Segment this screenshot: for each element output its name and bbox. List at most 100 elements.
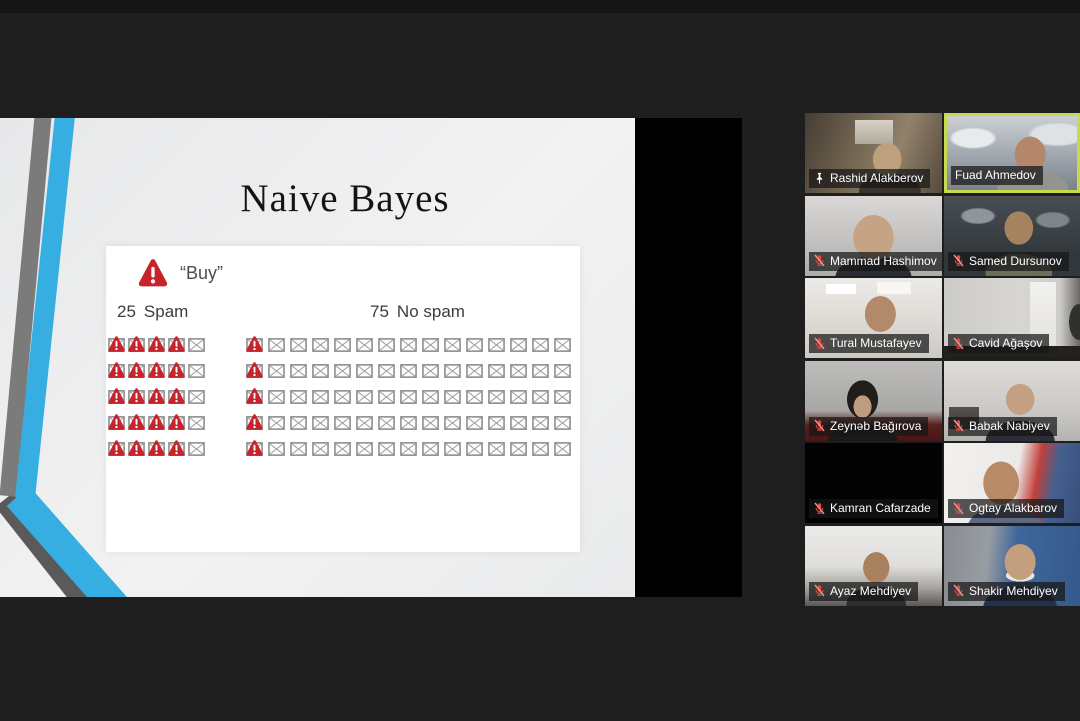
- envelope-icon: [532, 440, 549, 458]
- spam-warning-icon: [148, 440, 165, 458]
- slide-content-box: “Buy” 25 Spam 75 No spam: [106, 246, 580, 552]
- envelope-icon: [400, 388, 417, 406]
- spam-warning-icon: [108, 414, 125, 432]
- envelope-icon: [356, 388, 373, 406]
- participant-name: Mammad Hashimov: [830, 254, 937, 268]
- envelope-icon: [268, 362, 285, 380]
- participant-tile[interactable]: Zeynəb Bağırova: [805, 361, 942, 441]
- participant-tile[interactable]: Mammad Hashimov: [805, 196, 942, 276]
- envelope-icon: [400, 440, 417, 458]
- participant-name-label: Zeynəb Bağırova: [809, 417, 928, 436]
- participant-tile[interactable]: Tural Mustafayev: [805, 278, 942, 358]
- envelope-icon: [466, 336, 483, 354]
- envelope-icon: [334, 440, 351, 458]
- envelope-icon: [312, 440, 329, 458]
- spam-warning-icon: [246, 388, 263, 406]
- spam-warning-icon: [128, 336, 145, 354]
- envelope-icon: [466, 362, 483, 380]
- envelope-icon: [444, 362, 461, 380]
- participant-tile[interactable]: Babak Nabiyev: [944, 361, 1080, 441]
- envelope-icon: [400, 362, 417, 380]
- nospam-count: 75: [370, 302, 389, 322]
- envelope-icon: [532, 414, 549, 432]
- participant-name-label: Ayaz Mehdiyev: [809, 582, 918, 601]
- envelope-icon: [466, 388, 483, 406]
- envelope-icon: [312, 362, 329, 380]
- envelope-icon: [378, 388, 395, 406]
- envelope-icon: [554, 440, 571, 458]
- envelope-icon: [532, 362, 549, 380]
- participant-name-label: Cavid Ağaşov: [948, 334, 1049, 353]
- participant-tile[interactable]: Fuad Ahmedov: [944, 113, 1080, 193]
- nospam-word: No spam: [397, 302, 465, 322]
- envelope-icon: [312, 336, 329, 354]
- envelope-icon: [488, 414, 505, 432]
- participant-name-label: Mammad Hashimov: [809, 252, 942, 271]
- participant-tile[interactable]: Ogtay Alakbarov: [944, 443, 1080, 523]
- spam-count: 25: [117, 302, 136, 322]
- icon-row: [108, 336, 208, 354]
- nospam-count-label: 75 No spam: [370, 302, 465, 322]
- participant-tile[interactable]: Shakir Mehdiyev: [944, 526, 1080, 606]
- participant-name: Zeynəb Bağırova: [830, 419, 921, 433]
- share-letterbox: [635, 118, 742, 597]
- participant-tile[interactable]: Ayaz Mehdiyev: [805, 526, 942, 606]
- spam-warning-icon: [246, 362, 263, 380]
- envelope-icon: [422, 362, 439, 380]
- spam-warning-icon: [108, 388, 125, 406]
- spam-warning-icon: [148, 336, 165, 354]
- icon-row: [108, 362, 208, 380]
- envelope-icon: [400, 414, 417, 432]
- envelope-icon: [488, 362, 505, 380]
- participant-name-label: Ogtay Alakbarov: [948, 499, 1064, 518]
- envelope-icon: [378, 414, 395, 432]
- icon-row: [108, 414, 208, 432]
- envelope-icon: [378, 336, 395, 354]
- envelope-icon: [444, 440, 461, 458]
- participant-name: Ogtay Alakbarov: [969, 501, 1057, 515]
- participant-tile[interactable]: Rashid Alakberov: [805, 113, 942, 193]
- spam-warning-icon: [168, 362, 185, 380]
- envelope-icon: [334, 414, 351, 432]
- envelope-icon: [532, 388, 549, 406]
- envelope-icon: [268, 440, 285, 458]
- participant-name-label: Kamran Cafarzade: [809, 499, 938, 518]
- participant-name: Ayaz Mehdiyev: [830, 584, 911, 598]
- mic-muted-icon: [813, 254, 826, 267]
- envelope-icon: [378, 362, 395, 380]
- participant-tile[interactable]: Samed Dursunov: [944, 196, 1080, 276]
- participant-name-label: Fuad Ahmedov: [951, 166, 1043, 185]
- icon-row: [246, 388, 576, 406]
- envelope-icon: [444, 336, 461, 354]
- icon-row: [108, 388, 208, 406]
- envelope-icon: [356, 414, 373, 432]
- envelope-icon: [290, 336, 307, 354]
- envelope-icon: [422, 440, 439, 458]
- spam-warning-icon: [246, 414, 263, 432]
- spam-word: Spam: [144, 302, 188, 322]
- mic-muted-icon: [952, 502, 965, 515]
- participant-tile[interactable]: Kamran Cafarzade: [805, 443, 942, 523]
- envelope-icon: [312, 414, 329, 432]
- spam-warning-icon: [128, 440, 145, 458]
- icon-row: [246, 414, 576, 432]
- envelope-icon: [554, 414, 571, 432]
- envelope-icon: [488, 440, 505, 458]
- envelope-icon: [268, 414, 285, 432]
- meeting-window: Naive Bayes “Buy” 25 Spam 75 No spam: [0, 0, 1080, 721]
- participant-name: Babak Nabiyev: [969, 419, 1050, 433]
- envelope-icon: [510, 336, 527, 354]
- envelope-icon: [268, 388, 285, 406]
- envelope-icon: [510, 362, 527, 380]
- envelope-icon: [188, 388, 205, 406]
- participant-gallery: Rashid Alakberov Fuad Ahmedov Mammad Has…: [805, 113, 1080, 606]
- icon-row: [246, 440, 576, 458]
- spam-warning-icon: [128, 414, 145, 432]
- participant-name: Cavid Ağaşov: [969, 336, 1042, 350]
- participant-name: Rashid Alakberov: [830, 171, 923, 185]
- icon-row: [108, 440, 208, 458]
- spam-warning-icon: [108, 440, 125, 458]
- envelope-icon: [290, 362, 307, 380]
- mic-muted-icon: [813, 337, 826, 350]
- participant-tile[interactable]: Cavid Ağaşov: [944, 278, 1080, 358]
